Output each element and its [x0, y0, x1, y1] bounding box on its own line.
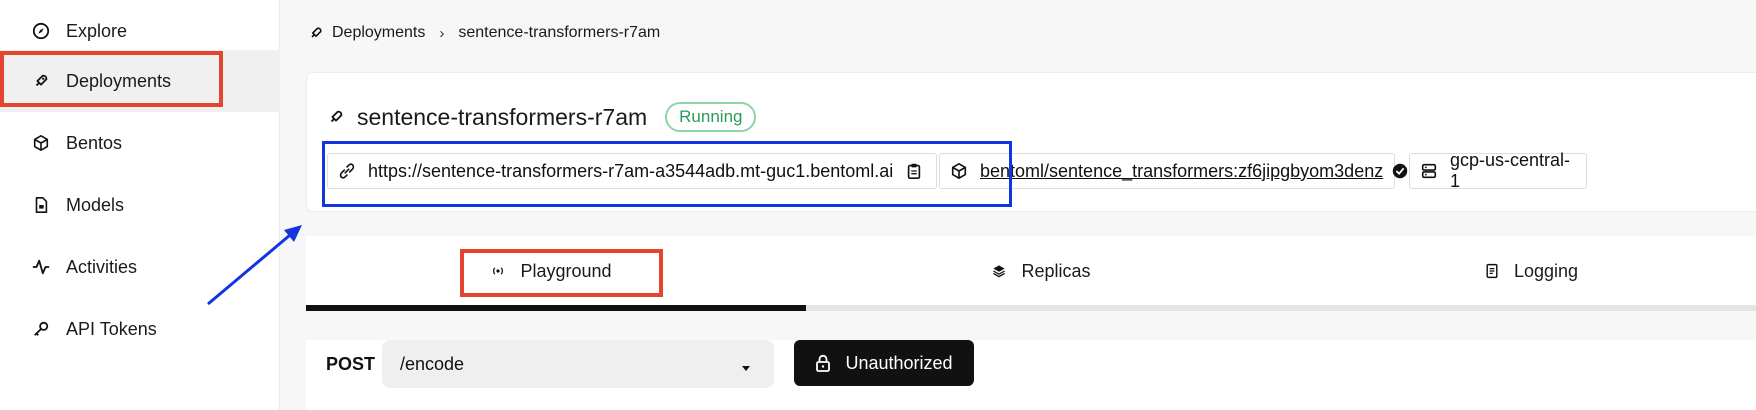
- main-content: Deployments › sentence-transformers-r7am…: [280, 0, 1756, 410]
- compass-icon: [30, 20, 52, 42]
- endpoint-url-chip[interactable]: https://sentence-transformers-r7am-a3544…: [327, 153, 937, 189]
- rocket-icon: [308, 25, 324, 41]
- breadcrumb-separator: ›: [439, 24, 445, 42]
- box-icon: [30, 132, 52, 154]
- sidebar-item-label: Models: [66, 194, 125, 215]
- server-icon: [1420, 162, 1438, 180]
- tab-active-indicator: [306, 305, 806, 311]
- activity-icon: [30, 256, 52, 278]
- bento-tag-link[interactable]: bentoml/sentence_transformers:zf6jipgbyo…: [980, 161, 1383, 182]
- sidebar-item-label: Explore: [66, 20, 128, 41]
- authorize-button-label: Unauthorized: [845, 352, 953, 373]
- endpoint-url[interactable]: https://sentence-transformers-r7am-a3544…: [368, 161, 893, 182]
- rocket-icon: [327, 108, 345, 126]
- box-icon: [950, 162, 968, 180]
- breadcrumb-parent-link[interactable]: Deployments: [332, 24, 425, 42]
- sidebar: Explore Deployments Bentos Models Activi…: [0, 0, 280, 410]
- cluster-chip: gcp-us-central-1: [1409, 150, 1587, 191]
- breadcrumb: Deployments › sentence-transformers-r7am: [308, 22, 660, 44]
- deployment-header-card: sentence-transformers-r7am Running https…: [306, 72, 1756, 212]
- lock-icon: [815, 354, 831, 372]
- link-icon: [338, 162, 356, 180]
- sidebar-item-api-tokens[interactable]: API Tokens: [0, 298, 280, 360]
- breadcrumb-current: sentence-transformers-r7am: [458, 24, 661, 41]
- sidebar-item-label: Activities: [66, 256, 138, 277]
- sidebar-item-label: API Tokens: [66, 318, 157, 339]
- sidebar-item-activities[interactable]: Activities: [0, 236, 280, 298]
- request-row: POST /encode Unauthorized: [306, 340, 1756, 410]
- endpoint-path-value: /encode: [400, 353, 465, 374]
- verified-icon: [1391, 162, 1409, 180]
- sidebar-item-bentos[interactable]: Bentos: [0, 112, 280, 174]
- tab-label: Logging: [1513, 260, 1579, 281]
- tab-label: Playground: [520, 260, 612, 281]
- deployment-name: sentence-transformers-r7am: [357, 103, 648, 130]
- cluster-name: gcp-us-central-1: [1450, 150, 1571, 191]
- key-icon: [30, 318, 52, 340]
- clipboard-icon[interactable]: [905, 162, 923, 180]
- tab-replicas[interactable]: Replicas: [796, 236, 1286, 306]
- endpoint-path-select[interactable]: /encode: [382, 340, 774, 388]
- layers-icon: [991, 263, 1007, 279]
- http-method-label: POST: [326, 354, 376, 374]
- document-icon: [1484, 263, 1500, 279]
- sidebar-item-label: Bentos: [66, 132, 123, 153]
- tab-logging[interactable]: Logging: [1286, 236, 1756, 306]
- sidebar-item-deployments[interactable]: Deployments: [0, 50, 280, 112]
- sidebar-item-label: Deployments: [66, 70, 172, 91]
- file-icon: [30, 194, 52, 216]
- deployment-title-row: sentence-transformers-r7am Running: [327, 101, 757, 133]
- tab-bar: Playground Replicas Logging: [306, 236, 1756, 311]
- status-badge: Running: [665, 102, 757, 132]
- radio-icon: [490, 263, 506, 279]
- bento-tag-chip[interactable]: bentoml/sentence_transformers:zf6jipgbyo…: [939, 153, 1408, 189]
- chevron-down-icon: [740, 358, 752, 371]
- tab-label: Replicas: [1021, 260, 1091, 281]
- tab-playground[interactable]: Playground: [306, 236, 796, 306]
- authorize-button[interactable]: Unauthorized: [794, 340, 974, 386]
- rocket-icon: [30, 70, 52, 92]
- sidebar-item-models[interactable]: Models: [0, 174, 280, 236]
